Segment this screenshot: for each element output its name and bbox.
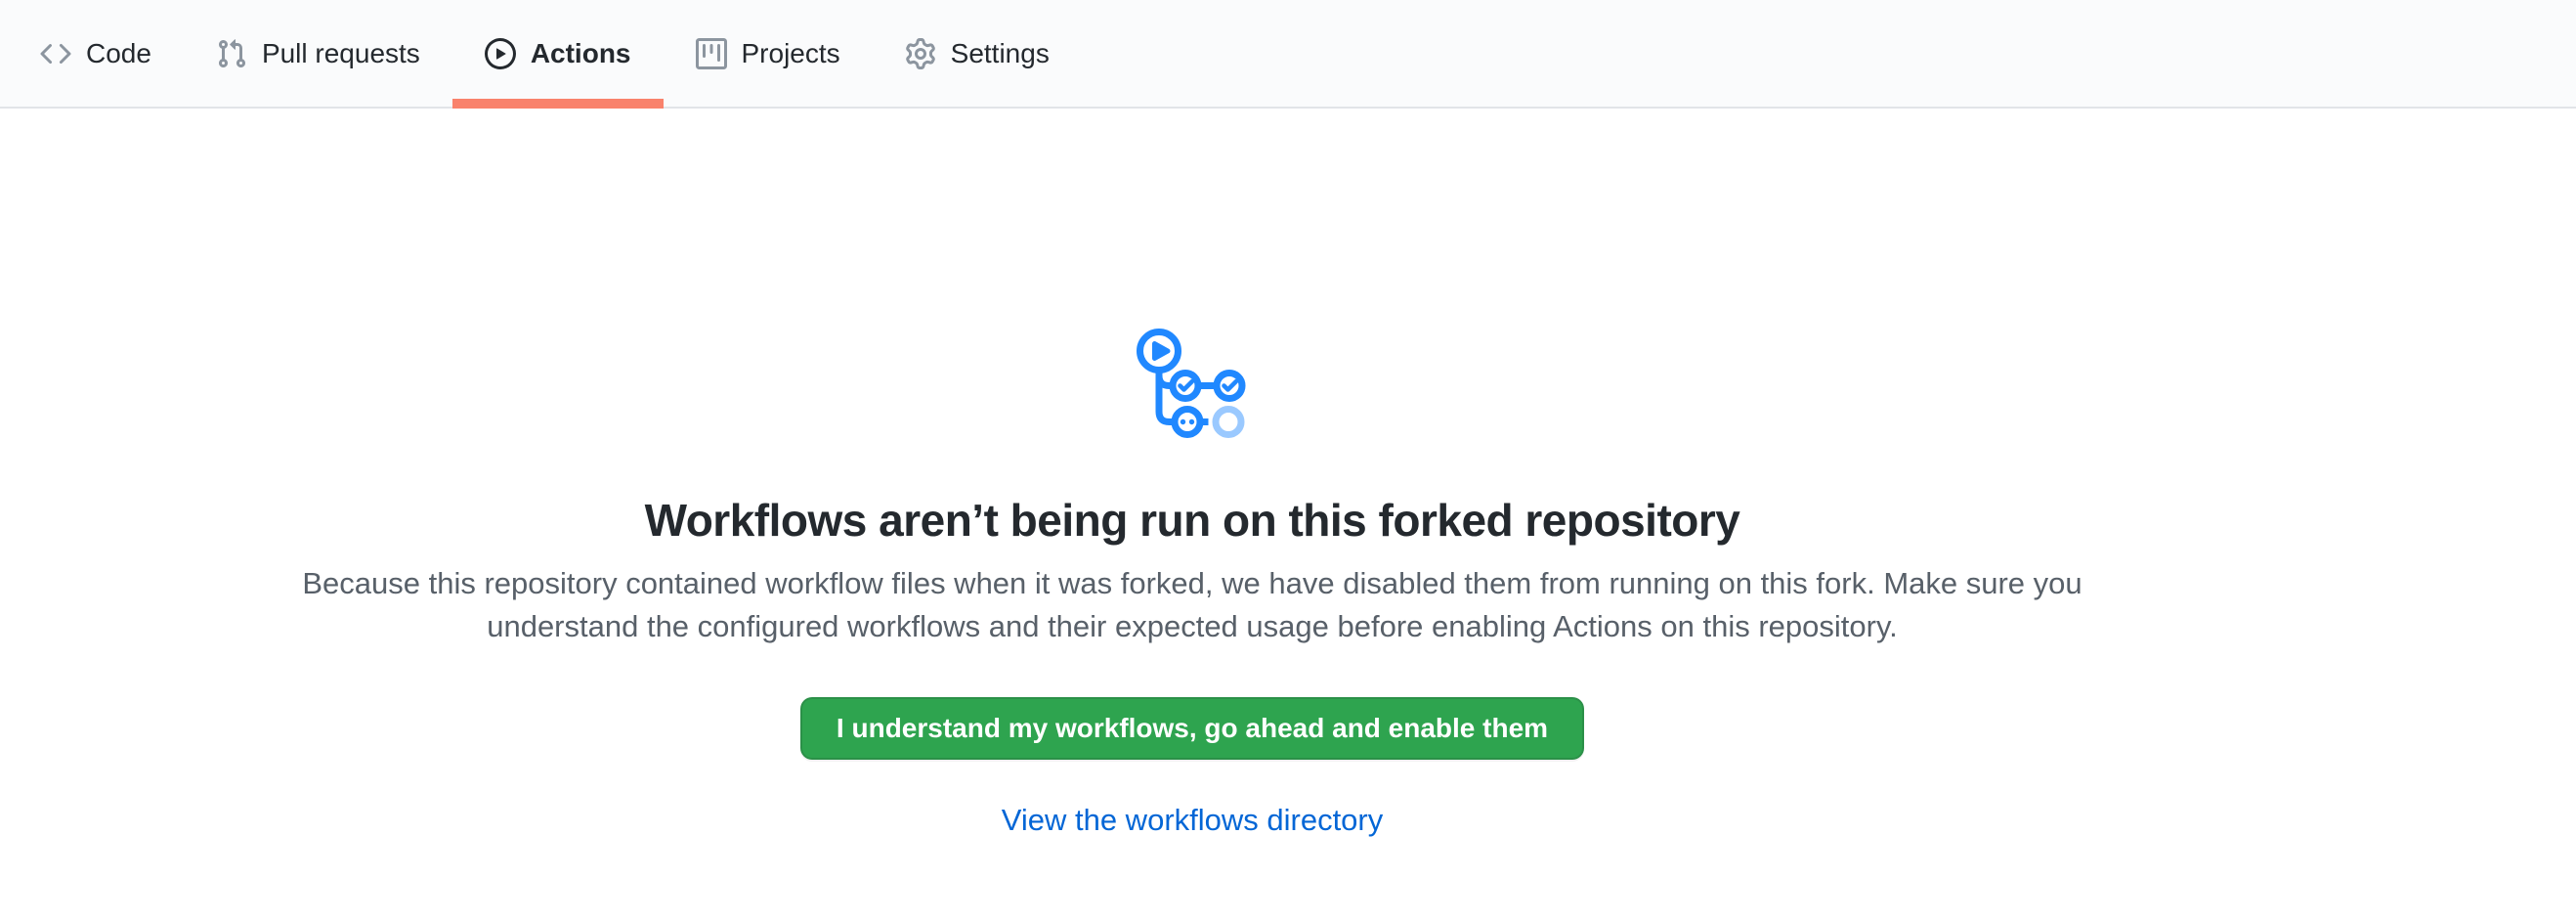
gear-icon [905, 38, 936, 69]
git-pull-request-icon [216, 38, 247, 69]
tab-actions[interactable]: Actions [452, 0, 664, 107]
actions-blankslate: Workflows aren’t being run on this forke… [0, 109, 2384, 838]
play-circle-icon [485, 38, 516, 69]
enable-workflows-button[interactable]: I understand my workflows, go ahead and … [800, 697, 1584, 760]
tab-label: Actions [531, 40, 631, 67]
underline-nav: Code Pull requests Actions Projects Sett [0, 0, 2576, 107]
workflow-graph-icon [1136, 327, 1249, 440]
button-row: I understand my workflows, go ahead and … [0, 648, 2384, 760]
view-workflows-directory-link[interactable]: View the workflows directory [1002, 803, 1384, 837]
tab-pull-requests[interactable]: Pull requests [184, 0, 452, 107]
tab-projects[interactable]: Projects [664, 0, 873, 107]
tab-label: Pull requests [262, 40, 420, 67]
tab-label: Settings [951, 40, 1050, 67]
tab-label: Projects [742, 40, 840, 67]
repo-tab-bar: Code Pull requests Actions Projects Sett [0, 0, 2576, 109]
project-board-icon [696, 38, 727, 69]
code-icon [40, 38, 71, 69]
tab-code[interactable]: Code [8, 0, 184, 107]
tab-label: Code [86, 40, 151, 67]
blankslate-description: Because this repository contained workfl… [254, 562, 2130, 648]
tab-settings[interactable]: Settings [873, 0, 1082, 107]
page-title: Workflows aren’t being run on this forke… [0, 494, 2384, 547]
link-row: View the workflows directory [0, 803, 2384, 838]
